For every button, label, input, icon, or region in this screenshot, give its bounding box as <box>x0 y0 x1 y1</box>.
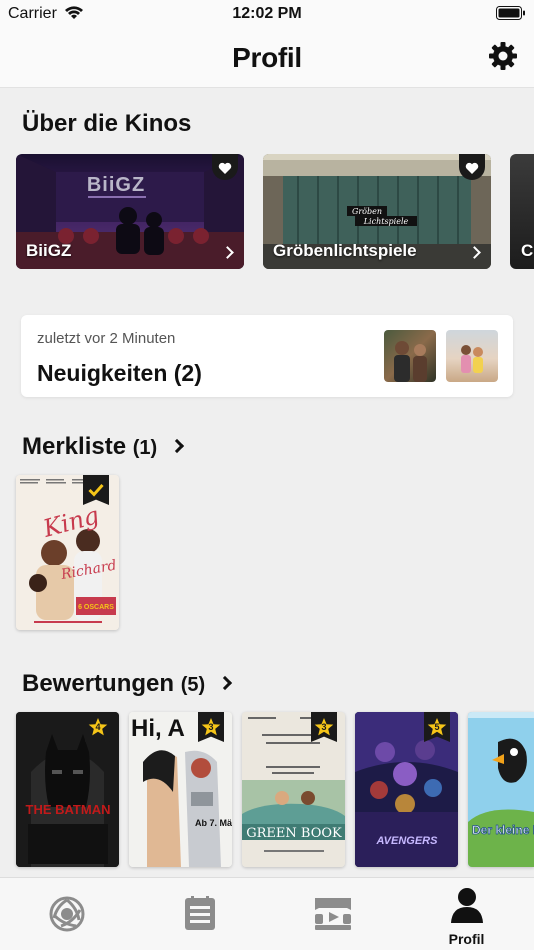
rating-poster[interactable]: Hi, A Ab 7. März im Kino 3 <box>129 712 232 867</box>
news-timestamp: zuletzt vor 2 Minuten <box>37 330 176 347</box>
poster-title: Hi, A <box>131 715 185 742</box>
page-title: Profil <box>232 42 302 73</box>
cinema-logo-bottom: Lichtspiele <box>363 217 409 226</box>
cinema-seats-icon <box>314 898 351 930</box>
news-image <box>461 345 483 373</box>
favorite-badge[interactable] <box>459 154 485 180</box>
schedule-icon <box>184 896 215 930</box>
status-time: 12:02 PM <box>232 5 302 22</box>
poster-title: THE BATMAN <box>26 802 111 817</box>
news-card[interactable]: zuletzt vor 2 Minuten Neuigkeiten (2) <box>21 315 513 397</box>
battery-icon <box>496 6 525 20</box>
tab-program[interactable] <box>133 878 266 950</box>
tab-cinema[interactable] <box>266 878 399 950</box>
poster-title: Der kleine Rabe Socke <box>472 823 534 837</box>
watchlist-title: Merkliste <box>22 433 127 460</box>
rating-poster[interactable]: AVENGERS 5 <box>355 712 458 867</box>
section-title-watchlist[interactable]: Merkliste (1) <box>22 433 184 461</box>
cinema-card-biigz[interactable]: BiiGZ BiiGZ <box>16 154 244 269</box>
poster-subtitle: Ab 7. März im Kino <box>195 818 232 828</box>
chevron-right-icon <box>217 675 232 691</box>
watchlist-count: (1) <box>132 437 158 459</box>
cinema-name: C <box>521 241 534 260</box>
navigation-bar: Profil <box>0 28 534 88</box>
checkmark-icon <box>88 483 104 497</box>
poster-title: GREEN BOOK <box>246 826 342 841</box>
person-icon <box>450 888 483 923</box>
cinema-card-partial[interactable]: C <box>510 154 534 269</box>
cinema-card-groebenlichtspiele[interactable]: Gröben Lichtspiele Gröbenlichtspiele <box>263 154 491 269</box>
section-title-ratings[interactable]: Bewertungen (5) <box>22 670 232 698</box>
tab-label-profile: Profil <box>448 931 485 947</box>
rating-poster[interactable]: THE BATMAN 4 <box>16 712 119 867</box>
news-thumbnail <box>384 330 436 382</box>
rating-poster[interactable]: Der kleine Rabe Socke <box>468 712 534 867</box>
cinema-logo-top: Gröben <box>352 207 382 216</box>
status-bar: Carrier 12:02 PM <box>0 0 534 28</box>
heart-icon <box>218 162 232 174</box>
poster-award: 6 OSCARS <box>78 604 114 611</box>
aperture-icon <box>49 896 84 932</box>
heart-icon <box>465 162 479 174</box>
ratings-title: Bewertungen <box>22 670 175 697</box>
tab-profile[interactable]: Profil <box>400 878 533 950</box>
watchlist-poster[interactable]: King Richard 6 OSCARS <box>16 475 119 630</box>
cinema-name: BiiGZ <box>26 241 72 260</box>
cinema-logo-text: BiiGZ <box>87 174 145 196</box>
poster-title: AVENGERS <box>376 835 439 847</box>
news-image <box>394 341 427 382</box>
chevron-right-icon <box>169 438 184 454</box>
rating-value: 4 <box>95 722 101 732</box>
gear-icon[interactable] <box>488 41 518 71</box>
tab-home[interactable] <box>0 878 133 950</box>
favorite-badge[interactable] <box>212 154 238 180</box>
rating-value: 5 <box>434 722 440 732</box>
rating-poster[interactable]: GREEN BOOK 3 <box>242 712 345 867</box>
poster-image: Der kleine Rabe Socke <box>468 712 534 867</box>
rating-value: 3 <box>321 722 327 732</box>
ratings-count: (5) <box>180 674 206 696</box>
cinema-name: Gröbenlichtspiele <box>273 241 417 260</box>
rating-value: 3 <box>208 722 214 732</box>
news-title: Neuigkeiten (2) <box>37 360 202 386</box>
tab-bar: Profil <box>0 877 534 950</box>
section-title-cinemas: Über die Kinos <box>22 110 192 137</box>
news-thumbnail <box>446 330 498 382</box>
